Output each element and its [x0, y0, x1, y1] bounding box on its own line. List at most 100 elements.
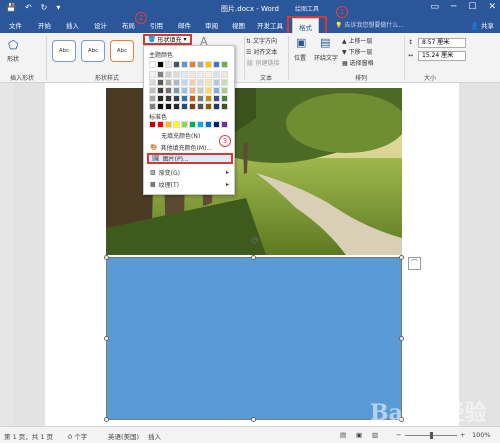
text-direction-button[interactable]: ⇅ 文字方向: [246, 36, 277, 45]
color-swatch[interactable]: [181, 103, 188, 110]
shapes-label[interactable]: 形状: [7, 54, 19, 63]
color-swatch[interactable]: [189, 71, 196, 78]
color-swatch[interactable]: [213, 71, 220, 78]
color-swatch[interactable]: [181, 87, 188, 94]
language-indicator[interactable]: 英语(美国): [108, 431, 139, 441]
print-layout-icon[interactable]: ▣: [356, 431, 362, 439]
color-swatch[interactable]: [205, 87, 212, 94]
tab-developer[interactable]: 开发工具: [257, 20, 283, 30]
color-swatch[interactable]: [149, 95, 156, 102]
resize-handle[interactable]: [251, 417, 256, 422]
zoom-out-icon[interactable]: −: [396, 431, 401, 439]
resize-handle[interactable]: [251, 255, 256, 260]
color-swatch[interactable]: [213, 103, 220, 110]
color-swatch[interactable]: [205, 95, 212, 102]
color-swatch[interactable]: [173, 95, 180, 102]
ribbon-display-icon[interactable]: ▭: [430, 2, 439, 12]
color-swatch[interactable]: [157, 61, 164, 68]
tab-layout[interactable]: 布局: [122, 20, 135, 30]
color-swatch[interactable]: [157, 79, 164, 86]
tab-references[interactable]: 引用: [150, 20, 163, 30]
close-icon[interactable]: ✕: [488, 2, 496, 12]
height-field[interactable]: 8.57 厘米: [418, 38, 466, 48]
position-icon[interactable]: ▣: [296, 36, 306, 49]
color-swatch[interactable]: [205, 79, 212, 86]
color-swatch[interactable]: [197, 61, 204, 68]
maximize-icon[interactable]: ☐: [468, 2, 476, 12]
color-swatch[interactable]: [173, 79, 180, 86]
word-count[interactable]: 0 个字: [68, 431, 87, 441]
wrap-text-icon[interactable]: ▤: [320, 36, 330, 49]
color-swatch[interactable]: [149, 87, 156, 94]
color-swatch[interactable]: [221, 61, 228, 68]
color-swatch[interactable]: [181, 71, 188, 78]
standard-color-swatch[interactable]: [157, 121, 164, 128]
color-swatch[interactable]: [221, 79, 228, 86]
send-backward-button[interactable]: ▼ 下移一层: [342, 47, 373, 56]
color-swatch[interactable]: [181, 95, 188, 102]
shape-style-3[interactable]: Abc: [110, 40, 134, 62]
color-swatch[interactable]: [197, 87, 204, 94]
zoom-in-icon[interactable]: +: [460, 431, 465, 439]
resize-handle[interactable]: [104, 255, 109, 260]
resize-handle[interactable]: [104, 417, 109, 422]
align-text-button[interactable]: ☰ 对齐文本: [246, 47, 277, 56]
selection-pane-button[interactable]: ▦ 选择窗格: [342, 58, 374, 67]
color-swatch[interactable]: [173, 61, 180, 68]
color-swatch[interactable]: [189, 79, 196, 86]
standard-color-swatch[interactable]: [189, 121, 196, 128]
color-swatch[interactable]: [213, 87, 220, 94]
tab-file[interactable]: 文件: [9, 20, 22, 30]
color-swatch[interactable]: [189, 95, 196, 102]
web-layout-icon[interactable]: ▥: [372, 431, 378, 439]
color-swatch[interactable]: [149, 79, 156, 86]
color-swatch[interactable]: [197, 95, 204, 102]
color-swatch[interactable]: [197, 71, 204, 78]
shape-fill-button[interactable]: 🪣 形状填充 ▾: [143, 34, 192, 45]
color-swatch[interactable]: [165, 71, 172, 78]
tab-design[interactable]: 设计: [94, 20, 107, 30]
color-swatch[interactable]: [157, 71, 164, 78]
color-swatch[interactable]: [165, 95, 172, 102]
color-swatch[interactable]: [157, 95, 164, 102]
position-label[interactable]: 位置: [294, 53, 306, 62]
standard-color-swatch[interactable]: [173, 121, 180, 128]
edit-shape-icon[interactable]: ⬠: [8, 38, 18, 52]
color-swatch[interactable]: [197, 103, 204, 110]
color-swatch[interactable]: [189, 61, 196, 68]
tell-me-search[interactable]: 💡 告诉我您想要做什么...: [335, 20, 404, 29]
resize-handle[interactable]: [104, 336, 109, 341]
color-swatch[interactable]: [165, 79, 172, 86]
color-swatch[interactable]: [181, 61, 188, 68]
read-mode-icon[interactable]: ▤: [340, 431, 346, 439]
color-swatch[interactable]: [149, 61, 156, 68]
color-swatch[interactable]: [157, 87, 164, 94]
color-swatch[interactable]: [205, 61, 212, 68]
color-swatch[interactable]: [213, 61, 220, 68]
color-swatch[interactable]: [221, 71, 228, 78]
color-swatch[interactable]: [165, 61, 172, 68]
width-field[interactable]: 15.24 厘米: [418, 51, 466, 61]
tab-view[interactable]: 视图: [232, 20, 245, 30]
rotate-handle-icon[interactable]: ⟳: [251, 236, 259, 247]
wrap-text-label[interactable]: 环绕文字: [314, 53, 338, 62]
tab-mailings[interactable]: 邮件: [178, 20, 191, 30]
color-swatch[interactable]: [205, 103, 212, 110]
color-swatch[interactable]: [149, 103, 156, 110]
color-swatch[interactable]: [149, 71, 156, 78]
minimize-icon[interactable]: ─: [451, 2, 456, 12]
texture-item[interactable]: ▩ 纹理(T) ▸: [147, 179, 233, 190]
share-button[interactable]: 👤 共享: [471, 20, 494, 30]
standard-color-swatch[interactable]: [149, 121, 156, 128]
shape-style-2[interactable]: Abc: [81, 40, 105, 62]
resize-handle[interactable]: [399, 255, 404, 260]
color-swatch[interactable]: [173, 71, 180, 78]
color-swatch[interactable]: [205, 71, 212, 78]
color-swatch[interactable]: [213, 95, 220, 102]
page-count[interactable]: 第 1 页，共 1 页: [4, 431, 53, 441]
shape-style-1[interactable]: Abc: [52, 40, 76, 62]
gradient-item[interactable]: ▨ 渐变(G) ▸: [147, 167, 233, 178]
color-swatch[interactable]: [165, 103, 172, 110]
zoom-level[interactable]: 100%: [472, 431, 491, 439]
picture-fill-item[interactable]: 🖼 图片(P)...: [147, 153, 233, 164]
